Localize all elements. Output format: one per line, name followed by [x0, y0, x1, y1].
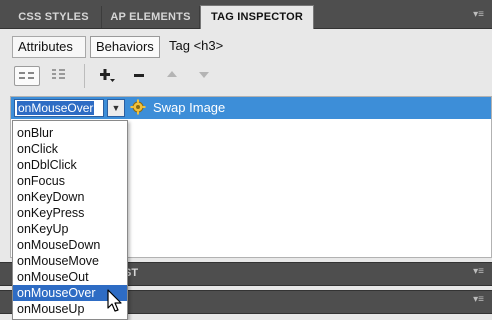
event-option[interactable]: onFocus: [13, 173, 127, 189]
chevron-down-icon[interactable]: ▼: [107, 99, 125, 117]
event-option[interactable]: onMouseDown: [13, 237, 127, 253]
tag-label: Tag <h3>: [169, 38, 224, 53]
event-select-value: onMouseOver: [17, 101, 95, 115]
attributes-tab[interactable]: Attributes: [12, 36, 86, 58]
tab-css-styles[interactable]: CSS STYLES: [6, 6, 102, 28]
panel-menu-icon[interactable]: ▾≡: [473, 294, 484, 306]
tab-tag-inspector[interactable]: TAG INSPECTOR: [200, 5, 314, 29]
event-option[interactable]: onKeyUp: [13, 221, 127, 237]
event-option[interactable]: onBlur: [13, 125, 127, 141]
behavior-action-label[interactable]: Swap Image: [153, 100, 225, 116]
mouse-pointer-icon: [106, 288, 124, 314]
panel-menu-icon[interactable]: ▾≡: [473, 266, 484, 278]
plus-icon[interactable]: [94, 66, 118, 86]
tab-ap-elements[interactable]: AP ELEMENTS: [102, 6, 200, 28]
event-option[interactable]: onKeyPress: [13, 205, 127, 221]
event-option[interactable]: onKeyDown: [13, 189, 127, 205]
toolbar-divider: [84, 64, 85, 88]
event-option[interactable]: onMouseMove: [13, 253, 127, 269]
panel-menu-icon[interactable]: ▾≡: [466, 9, 484, 21]
behavior-gear-icon: [130, 99, 146, 115]
minus-icon[interactable]: [128, 66, 150, 86]
show-set-events-icon[interactable]: [14, 66, 40, 86]
show-all-events-icon[interactable]: [46, 66, 72, 86]
event-option[interactable]: onDblClick: [13, 157, 127, 173]
arrow-down-icon[interactable]: [194, 66, 214, 86]
event-option[interactable]: onClick: [13, 141, 127, 157]
arrow-up-icon[interactable]: [162, 66, 182, 86]
event-select[interactable]: onMouseOver: [14, 99, 104, 117]
event-option[interactable]: onMouseOut: [13, 269, 127, 285]
behaviors-tab[interactable]: Behaviors: [90, 36, 160, 58]
